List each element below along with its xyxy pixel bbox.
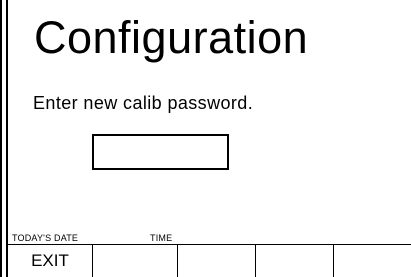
softkey-5[interactable]	[334, 245, 411, 277]
exit-softkey[interactable]: EXIT	[8, 245, 93, 277]
page-title: Configuration	[34, 12, 309, 63]
screen-border-outer	[0, 0, 2, 277]
softkey-3[interactable]	[178, 245, 256, 277]
todays-date-label: TODAY'S DATE	[12, 233, 79, 243]
password-prompt: Enter new calib password.	[33, 93, 254, 113]
password-input[interactable]	[92, 134, 229, 170]
screen-border-inner	[6, 0, 8, 277]
softkey-bar: EXIT	[8, 244, 411, 277]
softkey-2[interactable]	[93, 245, 178, 277]
time-label: TIME	[150, 233, 173, 243]
display-screen: Configuration Enter new calib password. …	[0, 0, 411, 277]
softkey-4[interactable]	[256, 245, 334, 277]
